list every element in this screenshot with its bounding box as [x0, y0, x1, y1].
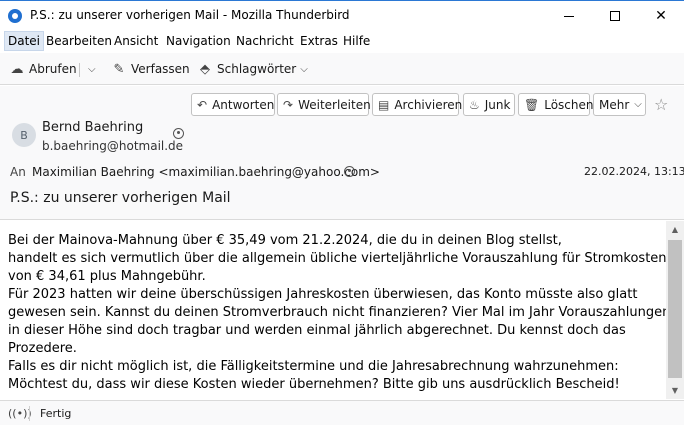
forward-label: Weiterleiten [298, 97, 371, 112]
menu-navigation[interactable]: Navigation [163, 31, 234, 51]
reply-icon: ↶ [197, 97, 208, 112]
message-body: Bei der Mainova-Mahnung über € 35,49 vom… [0, 221, 666, 399]
scroll-up-icon[interactable]: ▲ [666, 221, 684, 238]
junk-button[interactable]: ♨ Junk [463, 93, 515, 116]
reply-button[interactable]: ↶ Antworten [191, 93, 275, 116]
cloud-download-icon: ☁ [10, 61, 24, 77]
to-label: An [10, 165, 26, 179]
tags-button[interactable]: ⬘ Schlagwörter ⌵ [198, 58, 308, 80]
body-line: handelt es sich vermutlich über die allg… [8, 251, 666, 266]
close-icon: ✕ [655, 8, 667, 24]
reply-label: Antworten [212, 97, 275, 112]
archive-label: Archivieren [394, 97, 463, 112]
toolbar-separator [79, 63, 80, 77]
forward-icon: ↷ [283, 97, 294, 112]
menu-datei[interactable]: Datei [4, 31, 45, 51]
menu-bearbeiten[interactable]: Bearbeiten [43, 31, 115, 51]
minimize-icon [564, 15, 574, 17]
scroll-down-icon[interactable]: ▼ [666, 382, 684, 399]
status-separator [29, 406, 30, 421]
maximize-icon [610, 11, 620, 21]
maximize-button[interactable] [592, 1, 638, 31]
thunderbird-icon [8, 9, 22, 23]
pencil-icon: ✎ [113, 61, 125, 77]
body-line: Bei der Mainova-Mahnung über € 35,49 vom… [8, 233, 562, 248]
junk-label: Junk [484, 97, 511, 112]
chevron-down-icon: ⌵ [634, 99, 642, 110]
write-label: Verfassen [131, 62, 190, 76]
more-button[interactable]: Mehr ⌵ [593, 93, 646, 116]
status-bar: ((•)) Fertig [0, 400, 684, 425]
add-contact-icon[interactable] [173, 128, 184, 139]
trash-icon: 🗑 [524, 97, 540, 112]
tags-label: Schlagwörter [217, 62, 297, 76]
more-label: Mehr [599, 97, 630, 112]
avatar: B [12, 123, 36, 147]
chevron-down-icon: ⌵ [300, 63, 308, 75]
archive-icon: ▤ [378, 97, 390, 112]
body-line: Möchtest du, dass wir diese Kosten wiede… [8, 377, 620, 392]
sender-email[interactable]: b.baehring@hotmail.de [42, 139, 183, 153]
main-toolbar: ☁ Abrufen ⌵ ✎ Verfassen ⬘ Schlagwörter ⌵ [0, 53, 684, 85]
forward-button[interactable]: ↷ Weiterleiten [277, 93, 371, 116]
menu-hilfe[interactable]: Hilfe [340, 31, 373, 51]
title-bar: P.S.: zu unserer vorherigen Mail - Mozil… [0, 0, 684, 31]
body-scrollbar[interactable]: ▲ ▼ [666, 221, 684, 399]
delete-label: Löschen [544, 97, 594, 112]
get-mail-button[interactable]: ☁ Abrufen [10, 58, 77, 80]
body-line: in dieser Höhe sind doch tragbar und wer… [8, 323, 626, 338]
menu-extras[interactable]: Extras [297, 31, 341, 51]
body-line: gewesen sein. Kannst du deinen Stromverb… [8, 305, 666, 320]
delete-button[interactable]: 🗑 Löschen [518, 93, 594, 116]
archive-button[interactable]: ▤ Archivieren [372, 93, 463, 116]
message-date: 22.02.2024, 13:13 [584, 165, 684, 178]
tag-icon: ⬘ [200, 61, 210, 77]
menu-bar: Datei Bearbeiten Ansicht Navigation Nach… [0, 31, 684, 52]
window-title: P.S.: zu unserer vorherigen Mail - Mozil… [30, 8, 350, 22]
close-button[interactable]: ✕ [638, 1, 684, 31]
body-line: Prozedere. [8, 341, 77, 356]
body-line: Für 2023 hatten wir deine überschüssigen… [8, 287, 638, 302]
chevron-down-icon: ⌵ [88, 63, 96, 75]
menu-ansicht[interactable]: Ansicht [111, 31, 161, 51]
get-mail-label: Abrufen [29, 62, 77, 76]
minimize-button[interactable] [546, 1, 592, 31]
recipient[interactable]: Maximilian Baehring <maximilian.baehring… [32, 165, 380, 179]
sender-name[interactable]: Bernd Baehring [42, 120, 143, 135]
add-contact-icon[interactable] [344, 166, 355, 177]
body-line: von € 34,61 plus Mahngebühr. [8, 269, 206, 284]
star-icon[interactable]: ☆ [654, 95, 668, 114]
get-mail-dropdown[interactable]: ⌵ [84, 58, 96, 80]
message-subject: P.S.: zu unserer vorherigen Mail [10, 190, 231, 206]
status-text: Fertig [40, 407, 72, 420]
menu-nachricht[interactable]: Nachricht [233, 31, 297, 51]
body-line: Falls es dir nicht möglich ist, die Fäll… [8, 359, 619, 374]
message-header: ↶ Antworten ↷ Weiterleiten ▤ Archivieren… [0, 86, 684, 220]
scrollbar-thumb[interactable] [668, 240, 682, 378]
write-button[interactable]: ✎ Verfassen [112, 58, 190, 80]
junk-icon: ♨ [469, 97, 480, 112]
